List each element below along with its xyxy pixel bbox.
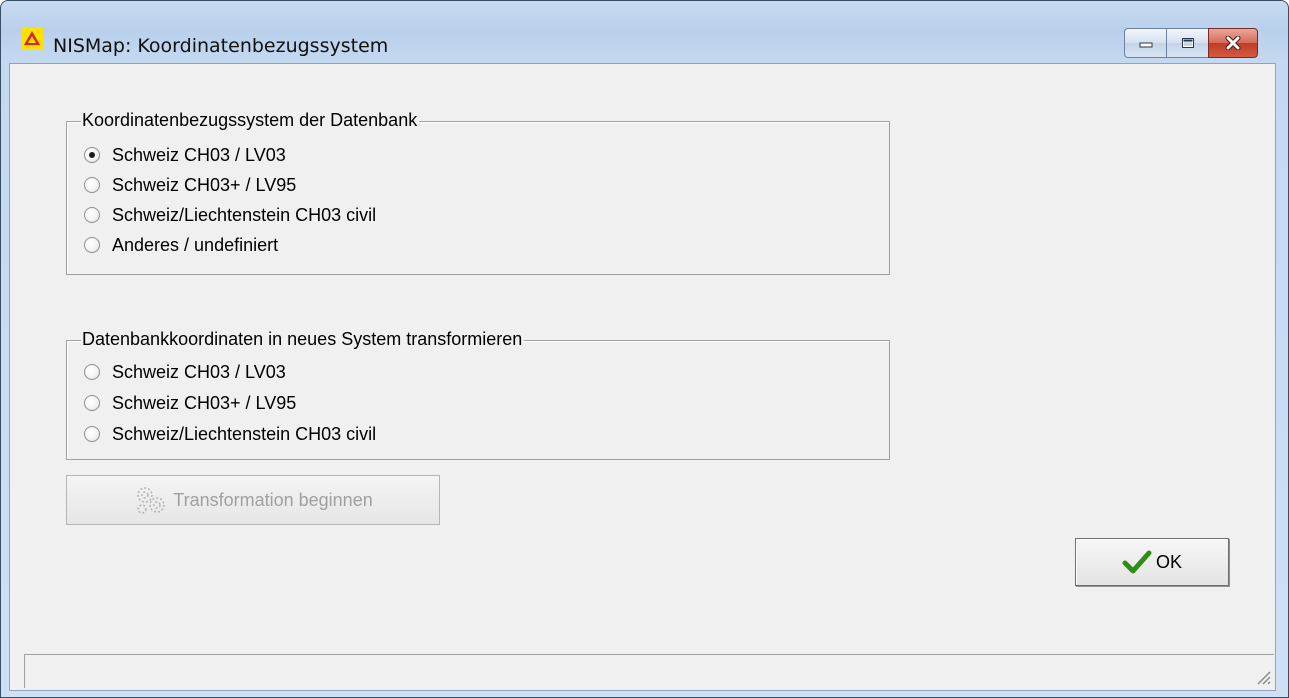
caption-buttons xyxy=(1124,28,1258,58)
radio-label: Schweiz CH03 / LV03 xyxy=(112,361,286,382)
radio-button[interactable] xyxy=(84,207,100,223)
dialog-client-area: Koordinatenbezugssystem der Datenbank Sc… xyxy=(9,63,1276,691)
radio-label: Anderes / undefiniert xyxy=(112,234,279,255)
gears-icon xyxy=(137,487,166,514)
radio-button[interactable] xyxy=(84,395,100,411)
radio-label: Schweiz/Liechtenstein CH03 civil xyxy=(112,423,377,444)
source-crs-group: Koordinatenbezugssystem der Datenbank Sc… xyxy=(66,110,890,275)
source-option-ch03-civil[interactable]: Schweiz/Liechtenstein CH03 civil xyxy=(84,202,376,228)
target-option-lv03[interactable]: Schweiz CH03 / LV03 xyxy=(84,359,286,385)
checkmark-icon xyxy=(1122,550,1152,574)
source-crs-group-title: Koordinatenbezugssystem der Datenbank xyxy=(81,110,420,131)
radio-button[interactable] xyxy=(84,237,100,253)
ok-button[interactable]: OK xyxy=(1075,538,1229,586)
source-option-lv03[interactable]: Schweiz CH03 / LV03 xyxy=(84,142,286,168)
radio-button[interactable] xyxy=(84,147,100,163)
warning-triangle-icon xyxy=(21,27,43,49)
radio-label: Schweiz/Liechtenstein CH03 civil xyxy=(112,204,377,225)
radio-label: Schweiz CH03+ / LV95 xyxy=(112,174,297,195)
maximize-icon xyxy=(1181,38,1194,48)
target-option-ch03-civil[interactable]: Schweiz/Liechtenstein CH03 civil xyxy=(84,421,376,447)
target-option-lv95[interactable]: Schweiz CH03+ / LV95 xyxy=(84,390,296,416)
radio-button[interactable] xyxy=(84,364,100,380)
ok-label: OK xyxy=(1155,551,1182,572)
radio-label: Schweiz CH03+ / LV95 xyxy=(112,392,297,413)
maximize-button[interactable] xyxy=(1166,28,1208,58)
radio-label: Schweiz CH03 / LV03 xyxy=(112,144,286,165)
start-transformation-label: Transformation beginnen xyxy=(173,489,373,510)
minimize-icon xyxy=(1139,42,1152,48)
dialog-window: NISMap: Koordinatenbezugssystem Koordina… xyxy=(0,0,1289,698)
radio-button[interactable] xyxy=(84,177,100,193)
source-option-other[interactable]: Anderes / undefiniert xyxy=(84,232,278,258)
start-transformation-button[interactable]: Transformation beginnen xyxy=(66,475,440,525)
minimize-button[interactable] xyxy=(1124,28,1166,58)
title-bar[interactable]: NISMap: Koordinatenbezugssystem xyxy=(1,1,1288,63)
close-icon xyxy=(1225,36,1241,50)
target-crs-group: Datenbankkoordinaten in neues System tra… xyxy=(66,329,890,460)
window-title: NISMap: Koordinatenbezugssystem xyxy=(53,35,389,57)
radio-button[interactable] xyxy=(84,426,100,442)
resize-grip-icon[interactable] xyxy=(1252,666,1272,686)
target-crs-group-title: Datenbankkoordinaten in neues System tra… xyxy=(81,329,525,350)
source-option-lv95[interactable]: Schweiz CH03+ / LV95 xyxy=(84,172,296,198)
close-button[interactable] xyxy=(1208,28,1258,58)
status-bar xyxy=(24,654,1274,688)
